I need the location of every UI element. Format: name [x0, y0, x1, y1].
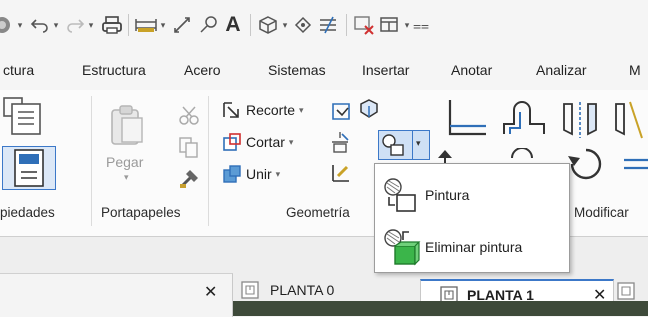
menu-item-label: Eliminar pintura: [425, 239, 523, 255]
match-properties-icon[interactable]: [178, 166, 202, 193]
chevron-down-icon[interactable]: ▾: [15, 13, 25, 37]
paint-icon: [382, 134, 404, 156]
redo-icon[interactable]: [64, 13, 86, 37]
paste-label[interactable]: Pegar: [106, 154, 143, 170]
separator: [250, 14, 251, 36]
chevron-down-icon[interactable]: ▾: [86, 13, 96, 37]
chevron-down-icon: ▾: [288, 136, 294, 147]
drawing-canvas[interactable]: [233, 301, 648, 316]
switch-windows-icon[interactable]: [378, 13, 402, 37]
customize-icon[interactable]: ⩵: [413, 13, 429, 37]
cut-geometry-icon: [223, 133, 241, 151]
rotate-icon[interactable]: [566, 146, 606, 189]
menu-item-label: Pintura: [425, 187, 470, 203]
trim-icon[interactable]: [622, 154, 648, 177]
split-face-icon[interactable]: [358, 98, 380, 123]
tab-arquitectura[interactable]: ctura: [3, 62, 34, 78]
paint-icon: [384, 178, 416, 212]
offset-icon[interactable]: [500, 100, 548, 141]
measure-icon[interactable]: [133, 13, 159, 37]
paste-icon[interactable]: [108, 104, 146, 149]
paint-split-button[interactable]: ▾: [378, 130, 430, 160]
close-icon[interactable]: ✕: [204, 282, 217, 302]
mirror-axis-icon[interactable]: [560, 100, 600, 143]
separator: [346, 14, 347, 36]
chevron-down-icon[interactable]: ▾: [124, 172, 129, 183]
wall-joins-icon[interactable]: [330, 100, 352, 125]
cut-geometry-button[interactable]: Cortar ▾: [222, 132, 293, 152]
wall-profile-icon[interactable]: [330, 162, 352, 187]
chevron-down-icon: ▾: [299, 104, 304, 115]
floor-plan-icon: [241, 281, 259, 299]
tab-anotar[interactable]: Anotar: [451, 62, 492, 78]
ribbon-tabs: ctura Estructura Acero Sistemas Insertar…: [0, 52, 648, 91]
join-geometry-button[interactable]: Unir ▾: [222, 164, 280, 184]
menu-item-remove-paint[interactable]: Eliminar pintura: [381, 226, 522, 268]
chevron-down-icon: ▾: [275, 168, 281, 179]
tab-insertar[interactable]: Insertar: [362, 62, 409, 78]
tab-more[interactable]: M: [629, 62, 641, 78]
tag-icon[interactable]: [196, 13, 220, 37]
undo-icon[interactable]: [29, 13, 51, 37]
separator: [128, 14, 129, 36]
type-properties-icon[interactable]: [2, 96, 42, 139]
join-label: Unir: [246, 166, 272, 182]
panel-label-geometry: Geometría: [286, 205, 350, 220]
view-tab-label: PLANTA 0: [270, 282, 335, 298]
chevron-down-icon[interactable]: ▾: [51, 13, 61, 37]
align-icon[interactable]: [170, 13, 194, 37]
tab-analizar[interactable]: Analizar: [536, 62, 587, 78]
panel-divider: [91, 96, 92, 226]
cut-clipboard-icon[interactable]: [178, 104, 200, 129]
panel-divider: [208, 96, 209, 226]
chevron-down-icon[interactable]: ▾: [280, 13, 290, 37]
remove-paint-icon: [384, 229, 421, 266]
copy-icon[interactable]: [178, 136, 200, 161]
3d-view-icon[interactable]: [256, 13, 280, 37]
tab-acero[interactable]: Acero: [184, 62, 221, 78]
quick-access-toolbar: ▾ ▾ ▾ ▾ A ▾ ▾ ⩵: [0, 0, 648, 52]
panel-label-clipboard: Portapapeles: [101, 205, 181, 220]
panel-label-properties: piedades: [0, 205, 55, 220]
chevron-down-icon[interactable]: ▾: [402, 13, 412, 37]
tab-estructura[interactable]: Estructura: [82, 62, 146, 78]
app-icon[interactable]: [0, 13, 14, 37]
align-modify-icon[interactable]: [446, 98, 490, 141]
close-hidden-icon[interactable]: [352, 13, 376, 37]
tab-sistemas[interactable]: Sistemas: [268, 62, 326, 78]
cut-label: Cortar: [246, 134, 285, 150]
chevron-down-icon[interactable]: ▾: [158, 13, 168, 37]
join-geometry-icon: [223, 165, 241, 183]
cope-button[interactable]: Recorte ▾: [222, 100, 304, 120]
thin-lines-icon[interactable]: [316, 13, 340, 37]
properties-icon: [14, 149, 44, 187]
text-icon[interactable]: A: [222, 13, 244, 37]
section-icon[interactable]: [292, 13, 314, 37]
cope-icon: [223, 102, 239, 118]
chevron-down-icon[interactable]: ▾: [416, 138, 421, 149]
print-icon[interactable]: [100, 13, 124, 37]
cope-label: Recorte: [246, 102, 296, 118]
project-browser-header: [0, 273, 233, 317]
demolish-icon[interactable]: [328, 130, 352, 157]
mirror-draw-icon[interactable]: [612, 100, 648, 143]
menu-item-paint[interactable]: Pintura: [381, 174, 469, 216]
panel-label-modify: Modificar: [574, 205, 629, 220]
properties-button[interactable]: [2, 146, 56, 190]
paint-dropdown-menu: Pintura Eliminar pintura: [374, 163, 570, 273]
